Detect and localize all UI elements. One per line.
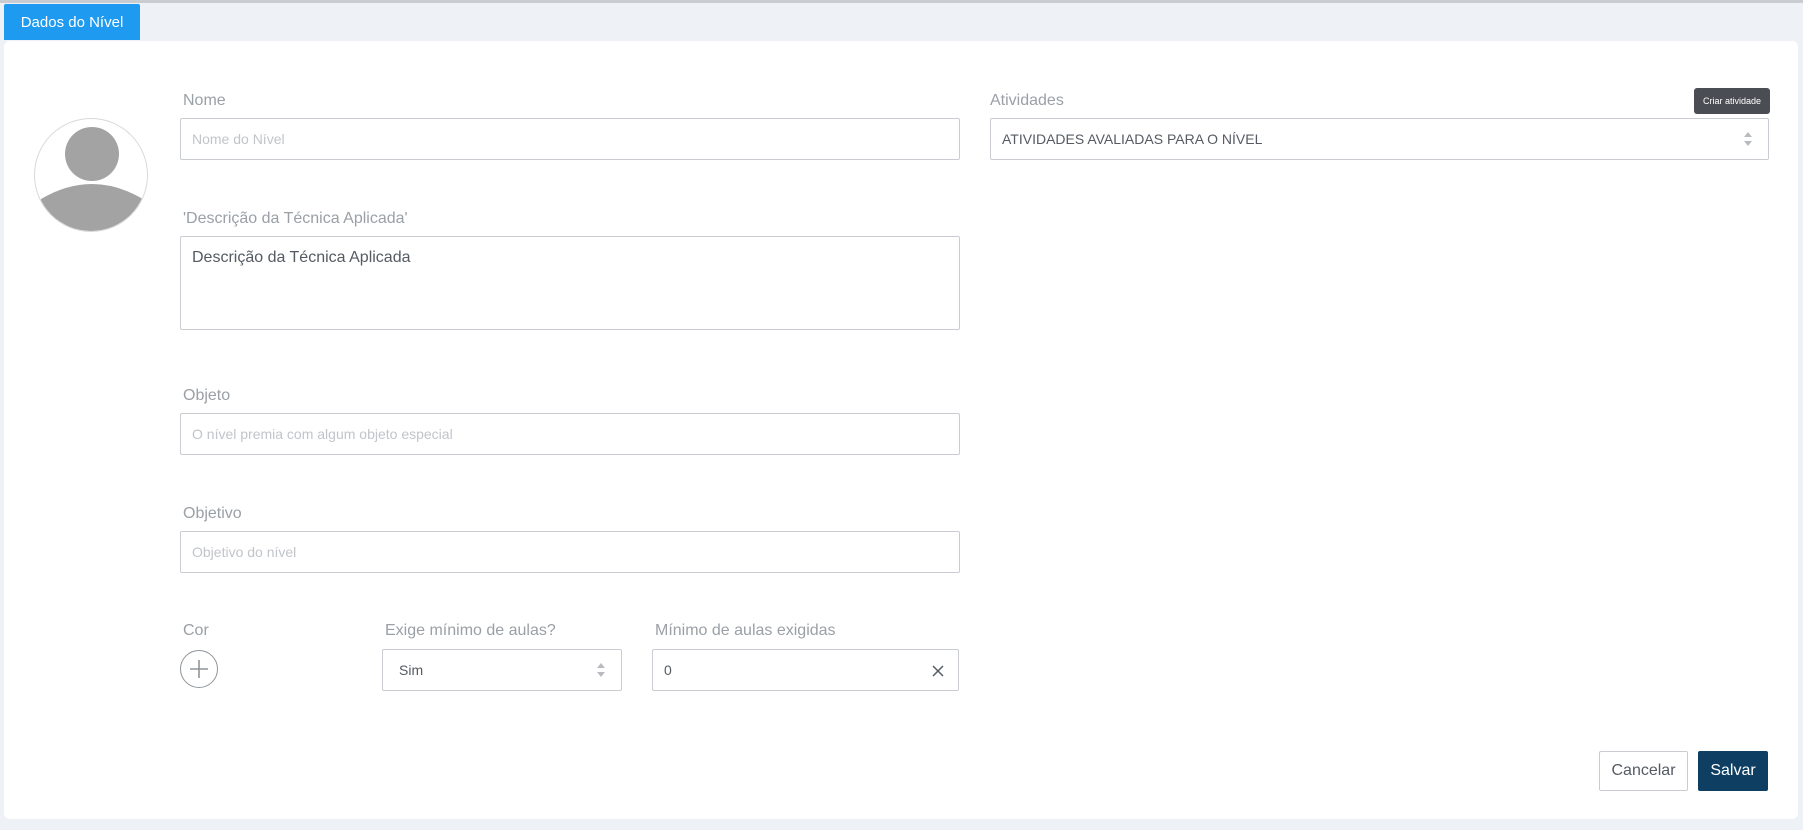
objetivo-label: Objetivo bbox=[183, 505, 242, 522]
descricao-value: Descrição da Técnica Aplicada bbox=[192, 249, 411, 266]
nome-placeholder: Nome do Nível bbox=[192, 131, 285, 147]
minimo-aulas-input[interactable]: 0 bbox=[652, 649, 959, 691]
atividades-label: Atividades bbox=[990, 92, 1064, 109]
add-color-button[interactable] bbox=[180, 650, 218, 688]
tab-dados-do-nivel[interactable]: Dados do Nível bbox=[4, 4, 140, 40]
exige-minimo-select[interactable]: Sim bbox=[382, 649, 622, 691]
objetivo-input[interactable]: Objetivo do nível bbox=[180, 531, 960, 573]
save-label: Salvar bbox=[1710, 762, 1756, 779]
exige-minimo-label: Exige mínimo de aulas? bbox=[385, 622, 556, 639]
objetivo-placeholder: Objetivo do nível bbox=[192, 544, 297, 560]
sort-arrows-icon bbox=[1744, 132, 1752, 146]
tooltip-text: Criar atividade bbox=[1702, 96, 1762, 106]
criar-atividade-tooltip: Criar atividade bbox=[1694, 88, 1770, 114]
minimo-aulas-value: 0 bbox=[664, 662, 672, 678]
atividades-value: ATIVIDADES AVALIADAS PARA O NÍVEL bbox=[1002, 131, 1263, 147]
atividades-select[interactable]: ATIVIDADES AVALIADAS PARA O NÍVEL bbox=[990, 118, 1769, 160]
user-silhouette-icon bbox=[41, 127, 143, 231]
minimo-aulas-label: Mínimo de aulas exigidas bbox=[655, 622, 836, 639]
descricao-label: 'Descrição da Técnica Aplicada' bbox=[183, 210, 408, 227]
nome-input[interactable]: Nome do Nível bbox=[180, 118, 960, 160]
close-icon[interactable] bbox=[932, 665, 944, 677]
descricao-textarea[interactable]: Descrição da Técnica Aplicada bbox=[180, 236, 960, 330]
exige-minimo-value: Sim bbox=[399, 662, 424, 678]
objeto-input[interactable]: O nível premia com algum objeto especial bbox=[180, 413, 960, 455]
objeto-placeholder: O nível premia com algum objeto especial bbox=[192, 426, 453, 442]
sort-arrows-icon bbox=[597, 663, 605, 677]
plus-icon bbox=[190, 660, 208, 678]
nome-label: Nome bbox=[183, 92, 226, 109]
objeto-label: Objeto bbox=[183, 387, 231, 404]
tab-label: Dados do Nível bbox=[20, 13, 124, 31]
cancel-button[interactable]: Cancelar bbox=[1599, 751, 1688, 791]
save-button[interactable]: Salvar bbox=[1698, 751, 1768, 791]
cor-label: Cor bbox=[183, 622, 209, 639]
cancel-label: Cancelar bbox=[1611, 762, 1676, 779]
top-border bbox=[0, 0, 1803, 3]
avatar[interactable] bbox=[34, 118, 148, 232]
